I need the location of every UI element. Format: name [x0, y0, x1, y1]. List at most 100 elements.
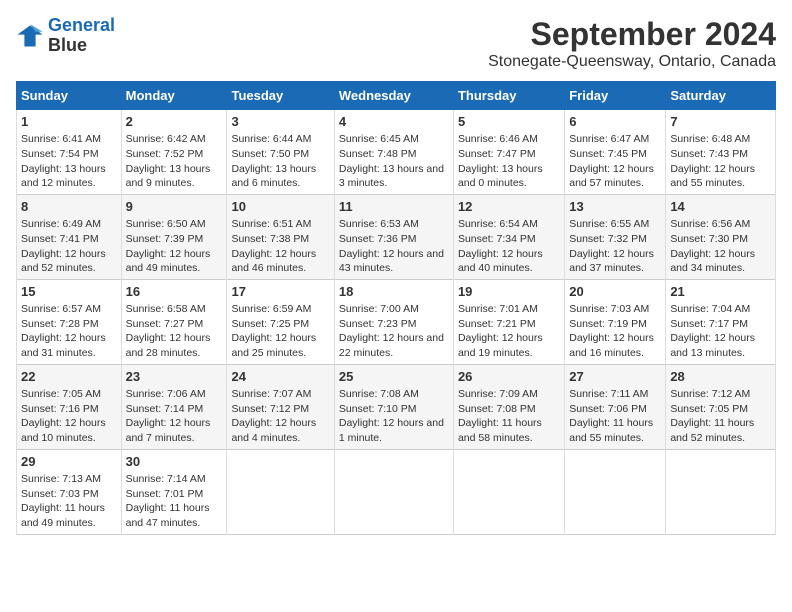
calendar-day-header: Wednesday	[334, 82, 453, 110]
day-number: 19	[458, 283, 560, 301]
day-info: Sunrise: 6:46 AMSunset: 7:47 PMDaylight:…	[458, 132, 560, 191]
day-info: Sunrise: 6:48 AMSunset: 7:43 PMDaylight:…	[670, 132, 771, 191]
page-subtitle: Stonegate-Queensway, Ontario, Canada	[488, 53, 776, 71]
day-number: 4	[339, 113, 449, 131]
day-number: 15	[21, 283, 117, 301]
calendar-cell: 4Sunrise: 6:45 AMSunset: 7:48 PMDaylight…	[334, 110, 453, 195]
day-number: 1	[21, 113, 117, 131]
day-number: 24	[231, 368, 329, 386]
calendar-cell: 28Sunrise: 7:12 AMSunset: 7:05 PMDayligh…	[666, 364, 776, 449]
day-info: Sunrise: 6:49 AMSunset: 7:41 PMDaylight:…	[21, 217, 117, 276]
calendar-cell: 19Sunrise: 7:01 AMSunset: 7:21 PMDayligh…	[453, 279, 564, 364]
day-number: 20	[569, 283, 661, 301]
day-info: Sunrise: 6:59 AMSunset: 7:25 PMDaylight:…	[231, 302, 329, 361]
day-info: Sunrise: 6:41 AMSunset: 7:54 PMDaylight:…	[21, 132, 117, 191]
calendar-cell: 17Sunrise: 6:59 AMSunset: 7:25 PMDayligh…	[227, 279, 334, 364]
calendar-week-row: 15Sunrise: 6:57 AMSunset: 7:28 PMDayligh…	[17, 279, 776, 364]
day-number: 26	[458, 368, 560, 386]
day-info: Sunrise: 7:04 AMSunset: 7:17 PMDaylight:…	[670, 302, 771, 361]
calendar-cell: 27Sunrise: 7:11 AMSunset: 7:06 PMDayligh…	[565, 364, 666, 449]
day-info: Sunrise: 6:47 AMSunset: 7:45 PMDaylight:…	[569, 132, 661, 191]
calendar-cell: 23Sunrise: 7:06 AMSunset: 7:14 PMDayligh…	[121, 364, 227, 449]
calendar-cell: 15Sunrise: 6:57 AMSunset: 7:28 PMDayligh…	[17, 279, 122, 364]
day-info: Sunrise: 6:50 AMSunset: 7:39 PMDaylight:…	[126, 217, 223, 276]
title-block: September 2024 Stonegate-Queensway, Onta…	[488, 16, 776, 71]
calendar-cell: 6Sunrise: 6:47 AMSunset: 7:45 PMDaylight…	[565, 110, 666, 195]
calendar-day-header: Monday	[121, 82, 227, 110]
calendar-cell: 20Sunrise: 7:03 AMSunset: 7:19 PMDayligh…	[565, 279, 666, 364]
calendar-cell: 30Sunrise: 7:14 AMSunset: 7:01 PMDayligh…	[121, 449, 227, 534]
calendar-cell	[565, 449, 666, 534]
day-number: 28	[670, 368, 771, 386]
page-title: September 2024	[488, 16, 776, 53]
calendar-week-row: 22Sunrise: 7:05 AMSunset: 7:16 PMDayligh…	[17, 364, 776, 449]
calendar-day-header: Saturday	[666, 82, 776, 110]
day-number: 27	[569, 368, 661, 386]
calendar-cell: 5Sunrise: 6:46 AMSunset: 7:47 PMDaylight…	[453, 110, 564, 195]
calendar-header-row: SundayMondayTuesdayWednesdayThursdayFrid…	[17, 82, 776, 110]
calendar-cell: 10Sunrise: 6:51 AMSunset: 7:38 PMDayligh…	[227, 194, 334, 279]
calendar-cell: 16Sunrise: 6:58 AMSunset: 7:27 PMDayligh…	[121, 279, 227, 364]
calendar-cell: 9Sunrise: 6:50 AMSunset: 7:39 PMDaylight…	[121, 194, 227, 279]
day-info: Sunrise: 7:03 AMSunset: 7:19 PMDaylight:…	[569, 302, 661, 361]
day-info: Sunrise: 7:06 AMSunset: 7:14 PMDaylight:…	[126, 387, 223, 446]
calendar-cell: 26Sunrise: 7:09 AMSunset: 7:08 PMDayligh…	[453, 364, 564, 449]
logo: General Blue	[16, 16, 115, 56]
calendar-day-header: Thursday	[453, 82, 564, 110]
calendar-week-row: 29Sunrise: 7:13 AMSunset: 7:03 PMDayligh…	[17, 449, 776, 534]
calendar-week-row: 1Sunrise: 6:41 AMSunset: 7:54 PMDaylight…	[17, 110, 776, 195]
day-info: Sunrise: 7:08 AMSunset: 7:10 PMDaylight:…	[339, 387, 449, 446]
day-number: 30	[126, 453, 223, 471]
day-number: 9	[126, 198, 223, 216]
day-info: Sunrise: 6:51 AMSunset: 7:38 PMDaylight:…	[231, 217, 329, 276]
day-info: Sunrise: 7:00 AMSunset: 7:23 PMDaylight:…	[339, 302, 449, 361]
day-info: Sunrise: 6:54 AMSunset: 7:34 PMDaylight:…	[458, 217, 560, 276]
day-info: Sunrise: 7:09 AMSunset: 7:08 PMDaylight:…	[458, 387, 560, 446]
calendar-cell: 3Sunrise: 6:44 AMSunset: 7:50 PMDaylight…	[227, 110, 334, 195]
day-info: Sunrise: 6:55 AMSunset: 7:32 PMDaylight:…	[569, 217, 661, 276]
day-info: Sunrise: 6:57 AMSunset: 7:28 PMDaylight:…	[21, 302, 117, 361]
day-number: 7	[670, 113, 771, 131]
day-info: Sunrise: 7:14 AMSunset: 7:01 PMDaylight:…	[126, 472, 223, 531]
calendar-cell: 21Sunrise: 7:04 AMSunset: 7:17 PMDayligh…	[666, 279, 776, 364]
calendar-cell: 2Sunrise: 6:42 AMSunset: 7:52 PMDaylight…	[121, 110, 227, 195]
day-info: Sunrise: 7:05 AMSunset: 7:16 PMDaylight:…	[21, 387, 117, 446]
day-number: 18	[339, 283, 449, 301]
day-info: Sunrise: 6:56 AMSunset: 7:30 PMDaylight:…	[670, 217, 771, 276]
page-header: General Blue September 2024 Stonegate-Qu…	[16, 16, 776, 71]
calendar-cell: 22Sunrise: 7:05 AMSunset: 7:16 PMDayligh…	[17, 364, 122, 449]
logo-text: General Blue	[48, 16, 115, 56]
day-info: Sunrise: 7:13 AMSunset: 7:03 PMDaylight:…	[21, 472, 117, 531]
day-number: 10	[231, 198, 329, 216]
calendar-cell: 11Sunrise: 6:53 AMSunset: 7:36 PMDayligh…	[334, 194, 453, 279]
day-number: 8	[21, 198, 117, 216]
calendar-cell	[227, 449, 334, 534]
calendar-table: SundayMondayTuesdayWednesdayThursdayFrid…	[16, 81, 776, 535]
day-number: 17	[231, 283, 329, 301]
day-number: 25	[339, 368, 449, 386]
day-info: Sunrise: 7:07 AMSunset: 7:12 PMDaylight:…	[231, 387, 329, 446]
day-info: Sunrise: 6:44 AMSunset: 7:50 PMDaylight:…	[231, 132, 329, 191]
calendar-day-header: Friday	[565, 82, 666, 110]
day-number: 2	[126, 113, 223, 131]
day-number: 16	[126, 283, 223, 301]
day-info: Sunrise: 7:11 AMSunset: 7:06 PMDaylight:…	[569, 387, 661, 446]
calendar-cell: 18Sunrise: 7:00 AMSunset: 7:23 PMDayligh…	[334, 279, 453, 364]
calendar-cell: 7Sunrise: 6:48 AMSunset: 7:43 PMDaylight…	[666, 110, 776, 195]
calendar-week-row: 8Sunrise: 6:49 AMSunset: 7:41 PMDaylight…	[17, 194, 776, 279]
calendar-cell: 29Sunrise: 7:13 AMSunset: 7:03 PMDayligh…	[17, 449, 122, 534]
day-info: Sunrise: 6:45 AMSunset: 7:48 PMDaylight:…	[339, 132, 449, 191]
calendar-cell: 8Sunrise: 6:49 AMSunset: 7:41 PMDaylight…	[17, 194, 122, 279]
calendar-day-header: Sunday	[17, 82, 122, 110]
calendar-cell: 24Sunrise: 7:07 AMSunset: 7:12 PMDayligh…	[227, 364, 334, 449]
day-number: 12	[458, 198, 560, 216]
calendar-cell: 25Sunrise: 7:08 AMSunset: 7:10 PMDayligh…	[334, 364, 453, 449]
day-number: 3	[231, 113, 329, 131]
calendar-cell: 12Sunrise: 6:54 AMSunset: 7:34 PMDayligh…	[453, 194, 564, 279]
day-number: 14	[670, 198, 771, 216]
calendar-cell	[334, 449, 453, 534]
logo-icon	[16, 22, 44, 50]
day-number: 11	[339, 198, 449, 216]
calendar-cell: 13Sunrise: 6:55 AMSunset: 7:32 PMDayligh…	[565, 194, 666, 279]
day-number: 5	[458, 113, 560, 131]
